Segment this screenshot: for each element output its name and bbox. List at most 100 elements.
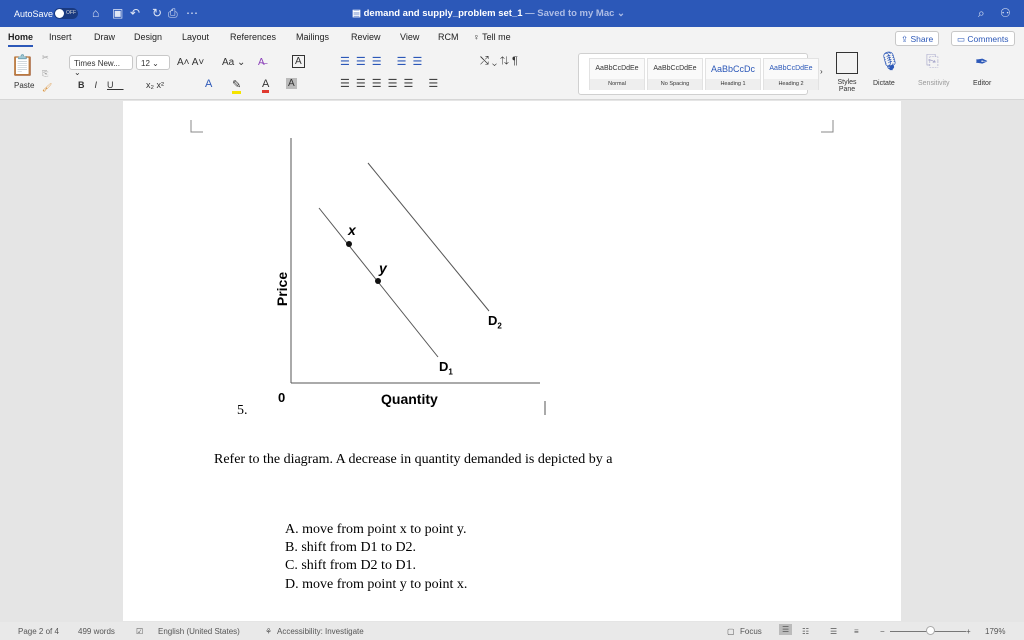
paste-icon[interactable]: 📋 [10,53,35,78]
sub-superscript-icon[interactable]: x₂ x² [146,80,164,90]
autosave-label: AutoSave [14,9,54,19]
tab-mailings[interactable]: Mailings [296,32,329,42]
web-layout-icon[interactable]: ☷ [802,627,809,636]
word-count[interactable]: 499 words [78,627,115,636]
d2-label: D2 [488,313,502,331]
zoom-slider-thumb[interactable] [926,626,935,635]
tab-view[interactable]: View [400,32,419,42]
tab-review[interactable]: Review [351,32,381,42]
draft-icon[interactable]: ≡ [854,627,859,636]
tab-design[interactable]: Design [134,32,162,42]
tab-insert[interactable]: Insert [49,32,72,42]
point-y [375,278,381,284]
point-y-label: y [379,260,387,276]
undo-icon[interactable]: ↶ [130,6,140,20]
title-bar: AutoSave OFF ⌂ ▣ ↶ ↻ ⎙ ⋯ ▤ demand and su… [0,0,1024,27]
grow-font-icon[interactable]: A˄ A˅ [177,57,204,68]
style-heading-1[interactable]: AaBbCcDc Heading 1 [705,58,761,90]
style-sample: AaBbCcDdEe [769,65,813,72]
more-icon[interactable]: ⋯ [186,6,198,20]
tab-layout[interactable]: Layout [182,32,209,42]
sort-icon[interactable]: ⤭ ⌄ ⇅ ¶ [480,55,518,68]
margin-mark-left [190,120,203,133]
share-label: Share [910,34,934,44]
outline-icon[interactable]: ☰ [830,627,837,636]
saved-status[interactable]: — Saved to my Mac ⌄ [523,8,625,19]
editor-icon[interactable]: ✒ [975,52,988,72]
price-axis-label: Price [274,271,291,307]
accessibility-status[interactable]: Accessibility: Investigate [277,627,364,636]
print-icon[interactable]: ⎙ [168,6,178,21]
share-people-icon[interactable]: ⚇ [1000,6,1011,20]
tab-home[interactable]: Home [8,32,34,47]
microphone-icon[interactable]: 🎙 [878,51,901,72]
font-size-select[interactable]: 12 ⌄ [136,55,170,70]
text-effects-icon[interactable]: A [205,78,212,90]
format-buttons[interactable]: BIU [78,80,124,90]
style-no-spacing[interactable]: AaBbCcDdEe No Spacing [647,58,703,90]
zoom-out-button[interactable]: − [880,627,885,636]
shading-icon[interactable]: A [286,78,297,89]
change-case-icon[interactable]: Aa ⌄ [222,57,245,68]
styles-pane-icon[interactable] [836,52,858,74]
format-painter-icon[interactable]: 🖌 [42,83,52,92]
styles-next-icon[interactable]: › [820,67,823,76]
page-count[interactable]: Page 2 of 4 [18,627,59,636]
style-name: Heading 1 [706,79,760,90]
option-d: D. move from point y to point x. [285,577,468,592]
font-name: Times New... [74,59,120,68]
alignment-icons[interactable]: ☰☰☰☰☰ ☰ [340,77,444,90]
ribbon-tabs: Home Insert Draw Design Layout Reference… [0,27,1024,49]
sensitivity-label[interactable]: Sensitivity [918,80,950,87]
tab-rcm[interactable]: RCM [438,32,459,42]
word-doc-icon: ▤ [352,8,364,19]
tell-me-label: Tell me [482,32,511,42]
zoom-level[interactable]: 179% [985,627,1005,636]
status-bar: Page 2 of 4 499 words ☑ English (United … [0,622,1024,640]
style-sample: AaBbCcDdEe [595,65,639,72]
proofing-icon[interactable]: ☑ [136,627,143,636]
origin-label: 0 [278,390,286,405]
font-name-select[interactable]: Times New... ⌄ [69,55,133,77]
tab-draw[interactable]: Draw [94,32,115,42]
style-normal[interactable]: AaBbCcDdEe Normal [589,58,645,90]
style-name: No Spacing [648,79,702,90]
question-text: Refer to the diagram. A decrease in quan… [214,452,613,467]
lightbulb-icon: ♀ [473,32,483,42]
copy-icon[interactable]: ⎘ [42,69,48,79]
paste-label[interactable]: Paste [14,81,34,90]
zoom-in-button[interactable]: + [966,627,971,636]
comments-button[interactable]: ▭ Comments [951,31,1015,46]
style-heading-2[interactable]: AaBbCcDdEe Heading 2 [763,58,819,90]
highlight-icon[interactable]: ✎ [232,78,242,94]
comment-icon: ▭ [957,34,968,44]
print-layout-icon[interactable]: ☰ [779,624,793,635]
document-page[interactable]: Price Quantity 0 x y D1 D2 5. Refer to t… [123,101,901,621]
focus-icon: ▢ [727,627,735,636]
tab-references[interactable]: References [230,32,276,42]
character-border-icon[interactable]: A [292,55,305,68]
font-color-icon[interactable]: A [262,78,270,93]
dictate-label[interactable]: Dictate [873,80,895,87]
clear-format-icon[interactable]: A̶ [258,57,265,68]
list-icons[interactable]: ☰☰☰ ☰☰ [340,55,428,68]
styles-pane-label[interactable]: Styles Pane [833,79,861,93]
question-number: 5. [237,403,248,418]
share-button[interactable]: ⇪ Share [895,31,940,46]
editor-label[interactable]: Editor [973,80,991,87]
search-icon[interactable]: ⌕ [978,6,985,21]
autosave-toggle[interactable]: OFF [54,8,78,19]
save-icon[interactable]: ▣ [112,6,123,20]
sensitivity-icon[interactable]: ⎘ [926,53,939,71]
home-icon[interactable]: ⌂ [92,6,99,20]
focus-button[interactable]: Focus [740,627,762,636]
ribbon: 📋 Paste ✂ ⎘ 🖌 Times New... ⌄ 12 ⌄ A˄ A˅ … [0,49,1024,100]
d1-subscript: 1 [448,367,453,377]
point-x-label: x [348,222,356,238]
redo-icon[interactable]: ↻ [152,6,162,20]
language[interactable]: English (United States) [158,627,240,636]
style-name: Normal [590,79,644,90]
cut-icon[interactable]: ✂ [42,53,49,62]
tell-me[interactable]: ♀ Tell me [473,32,511,42]
comments-label: Comments [967,34,1009,44]
